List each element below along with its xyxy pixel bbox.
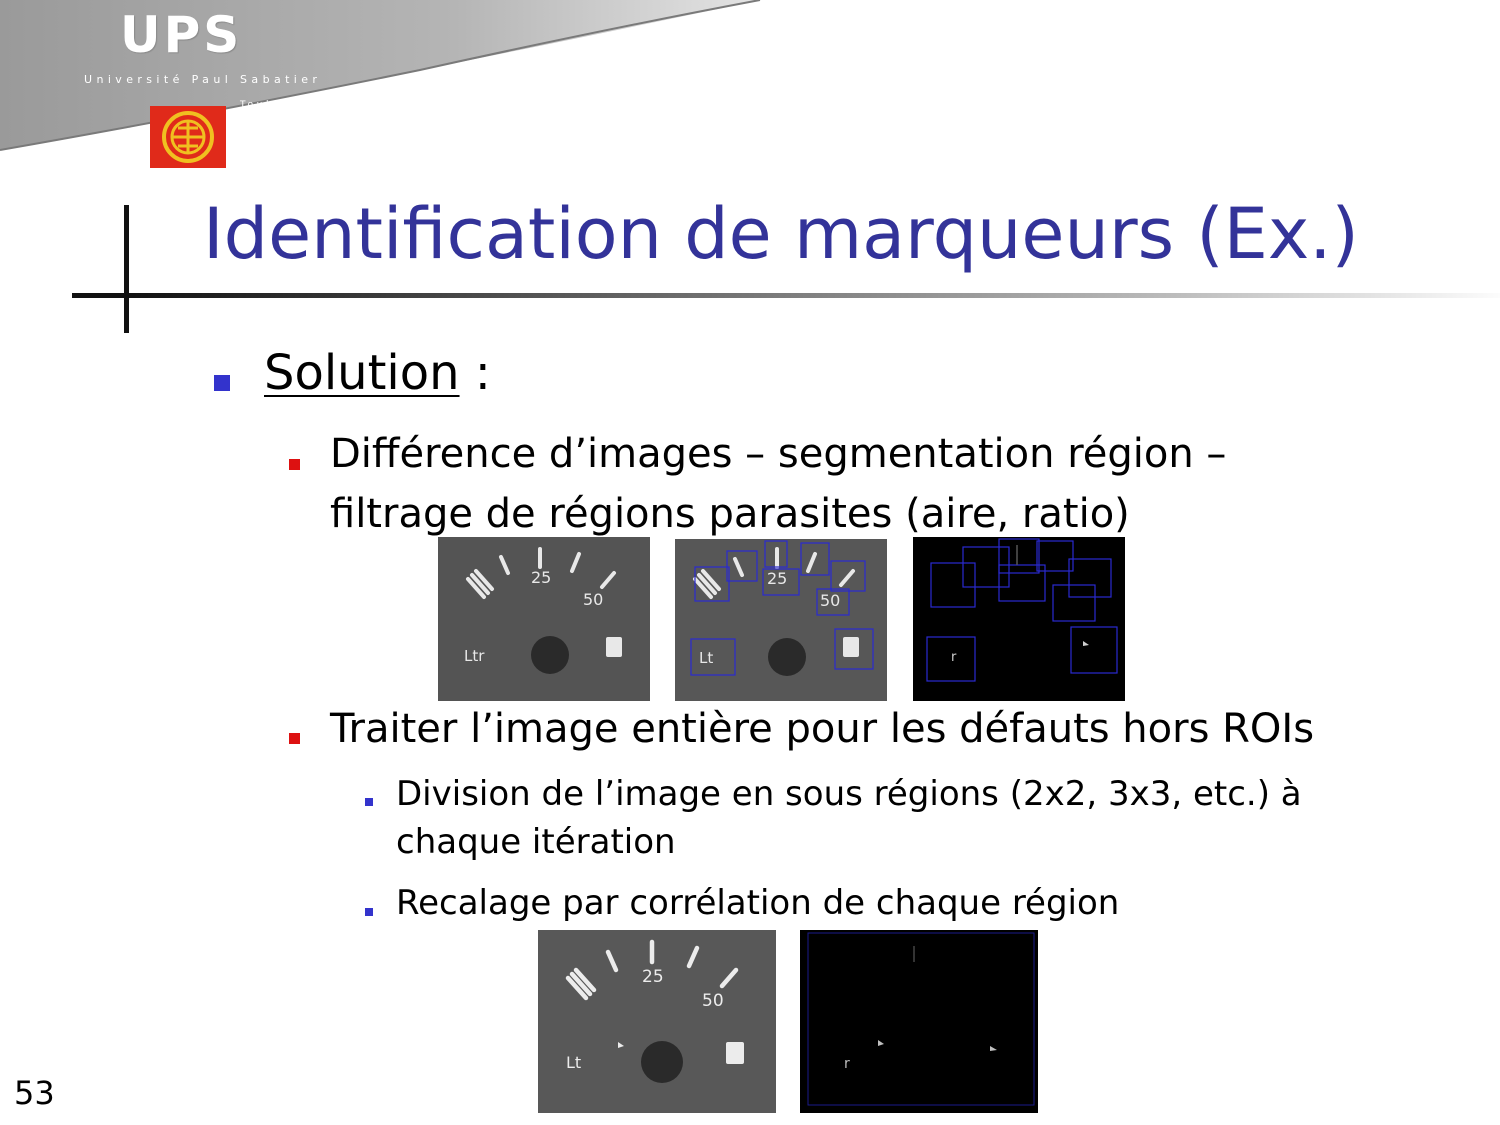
title-rule-left	[72, 293, 130, 298]
gauge-tick-label-25: 25	[767, 569, 787, 588]
title-vertical-rule	[124, 205, 129, 333]
title-horizontal-rule	[126, 293, 1500, 298]
gauge-tick-label-25: 25	[642, 967, 664, 987]
gauge-unit-label: Lt	[566, 1053, 581, 1072]
bullet-text-line: filtrage de régions parasites (aire, rat…	[330, 491, 1130, 537]
logo-university: Université Paul Sabatier	[84, 73, 322, 86]
slide-title: Identification de marqueurs (Ex.)	[203, 193, 1359, 275]
sub-bullet-text-line: Recalage par corrélation de chaque régio…	[396, 883, 1120, 923]
gauge-segmented-image: 25 50 Lt	[675, 539, 887, 701]
residual-label: r	[844, 1056, 850, 1072]
registered-difference-image: r	[800, 930, 1038, 1113]
gauge-tick-label-50: 50	[702, 991, 724, 1011]
gauge-unit-label: Ltr	[464, 647, 485, 665]
gauge-tick-label-50: 50	[820, 591, 840, 610]
logo-city: Toulouse 3	[240, 100, 324, 110]
bullet-text-line: Traiter l’image entière pour les défauts…	[330, 706, 1315, 752]
region-filtered-image: r	[913, 537, 1125, 701]
gauge-tick-label-50: 50	[583, 590, 603, 609]
solution-heading: Solution :	[264, 345, 491, 401]
bullet-square-icon	[214, 375, 230, 391]
page-number: 53	[14, 1074, 55, 1112]
university-emblem-icon	[150, 106, 226, 168]
sub-bullet-text-line: Division de l’image en sous régions (2x2…	[396, 774, 1302, 814]
bullet-square-icon	[289, 459, 300, 470]
bullet-square-icon	[289, 733, 300, 744]
gauge-original-image: 25 50 Ltr	[438, 537, 650, 701]
solution-colon: :	[459, 345, 491, 401]
bullet-text-line: Différence d’images – segmentation régio…	[330, 431, 1227, 477]
solution-label: Solution	[264, 345, 460, 401]
logo-name: UPS	[120, 6, 243, 64]
gauge-unit-label: Lt	[699, 649, 713, 667]
gauge-registered-image: 25 50 Lt	[538, 930, 776, 1113]
bullet-square-icon	[365, 798, 373, 806]
sub-bullet-text-line: chaque itération	[396, 822, 676, 862]
residual-label: r	[951, 650, 957, 665]
bullet-square-icon	[365, 908, 373, 916]
gauge-tick-label-25: 25	[531, 568, 551, 587]
